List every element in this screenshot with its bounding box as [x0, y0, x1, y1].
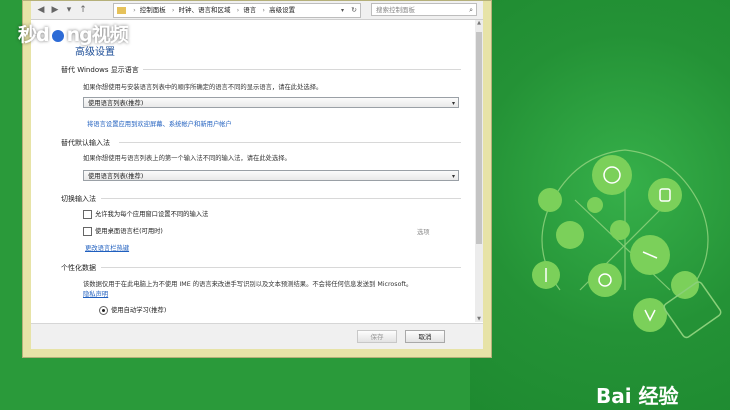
video-watermark: 秒d ng视频: [18, 20, 129, 47]
search-input[interactable]: 搜索控制面板 ⌕: [371, 3, 477, 16]
breadcrumb-separator-icon: ›: [236, 6, 240, 14]
forward-arrow-icon[interactable]: ▶: [49, 4, 61, 16]
watermark-o-icon: [49, 27, 66, 44]
section-title-personalization: 个性化数据: [61, 264, 96, 272]
up-arrow-icon[interactable]: ↑: [77, 4, 89, 16]
refresh-icon[interactable]: ↻: [351, 4, 357, 17]
auto-learning-radio-row[interactable]: 使用自动学习(推荐): [99, 305, 166, 315]
section-divider: [119, 142, 461, 143]
address-bar: ◀ ▶ ▾ ↑ › 控制面板 › 时钟、语言和区域 › 语言 › 高级设置 ▾ …: [31, 1, 483, 20]
per-app-input-checkbox[interactable]: [83, 209, 92, 219]
section-title-switch-input: 切换输入法: [61, 195, 96, 203]
scroll-down-icon[interactable]: ▼: [475, 316, 483, 322]
breadcrumb-control-panel[interactable]: 控制面板: [140, 6, 166, 14]
auto-learning-label: 使用自动学习(推荐): [111, 307, 167, 314]
watermark-prefix: 秒d: [18, 24, 50, 46]
search-icon[interactable]: ⌕: [469, 4, 473, 17]
baidu-jingyan-logo: Bai 经验: [596, 384, 679, 408]
dialog-footer: 保存 取消: [31, 323, 483, 349]
control-panel-window: ◀ ▶ ▾ ↑ › 控制面板 › 时钟、语言和区域 › 语言 › 高级设置 ▾ …: [31, 1, 483, 349]
history-dropdown-icon[interactable]: ▾: [63, 4, 75, 16]
personalization-description: 该数据仅用于在此电脑上为不使用 IME 的语言来改进手写识别以及文本预测结果。不…: [83, 281, 413, 288]
desktop-language-bar-checkbox[interactable]: [83, 226, 92, 236]
watermark-suffix: ng视频: [66, 24, 129, 46]
section-title-input-method: 替代默认输入法: [61, 139, 110, 147]
breadcrumb-separator-icon: ›: [171, 6, 175, 14]
apply-language-settings-link[interactable]: 将语言设置应用到欢迎屏幕、系统帐户和新用户帐户: [87, 119, 232, 128]
display-language-select[interactable]: 使用语言列表(推荐) ▾: [83, 97, 459, 108]
address-field[interactable]: › 控制面板 › 时钟、语言和区域 › 语言 › 高级设置 ▾ ↻: [113, 3, 361, 18]
scrollbar-thumb[interactable]: [476, 32, 482, 244]
input-method-description: 如果你想使用与语言列表上的第一个输入法不同的输入法，请在此处选择。: [83, 155, 291, 162]
section-divider: [101, 198, 461, 199]
change-language-bar-hotkeys-link[interactable]: 更改语言栏热键: [85, 243, 129, 252]
cancel-button[interactable]: 取消: [405, 330, 445, 343]
save-button[interactable]: 保存: [357, 330, 397, 343]
per-app-input-label: 允许我为每个应用窗口设置不同的输入法: [95, 211, 209, 218]
display-language-description: 如果你想使用与安装语言列表中的顺序所确定的语言不同的显示语言，请在此处选择。: [83, 84, 323, 91]
lightbulb-icon-illustration: [532, 149, 722, 339]
search-placeholder: 搜索控制面板: [376, 6, 415, 14]
desktop-language-bar-checkbox-row[interactable]: 使用桌面语言栏(可用时): [83, 226, 163, 236]
desktop-language-bar-label: 使用桌面语言栏(可用时): [95, 228, 163, 235]
breadcrumb-separator-icon: ›: [133, 6, 136, 14]
input-method-select-value: 使用语言列表(推荐): [88, 173, 144, 180]
privacy-statement-link[interactable]: 隐私声明: [83, 289, 108, 298]
scroll-up-icon[interactable]: ▲: [475, 20, 483, 26]
section-divider: [101, 267, 461, 268]
input-method-select[interactable]: 使用语言列表(推荐) ▾: [83, 170, 459, 181]
section-title-display-language: 替代 Windows 显示语言: [61, 66, 139, 74]
language-bar-options-link[interactable]: 选项: [417, 227, 430, 236]
section-divider: [143, 69, 461, 70]
window-frame: ◀ ▶ ▾ ↑ › 控制面板 › 时钟、语言和区域 › 语言 › 高级设置 ▾ …: [22, 0, 492, 358]
display-language-select-value: 使用语言列表(推荐): [88, 100, 144, 107]
breadcrumb-advanced-settings[interactable]: 高级设置: [269, 6, 295, 14]
breadcrumb-language[interactable]: 语言: [243, 6, 256, 14]
chevron-down-icon: ▾: [451, 173, 455, 180]
vertical-scrollbar[interactable]: ▲ ▼: [475, 20, 483, 322]
chevron-down-icon: ▾: [451, 100, 455, 107]
breadcrumb-separator-icon: ›: [262, 6, 265, 14]
auto-learning-radio[interactable]: [99, 305, 108, 315]
back-arrow-icon[interactable]: ◀: [35, 4, 47, 16]
address-dropdown-icon[interactable]: ▾: [341, 4, 344, 17]
per-app-input-checkbox-row[interactable]: 允许我为每个应用窗口设置不同的输入法: [83, 209, 208, 219]
breadcrumb-clock-language[interactable]: 时钟、语言和区域: [179, 6, 231, 14]
folder-icon: [117, 6, 126, 14]
